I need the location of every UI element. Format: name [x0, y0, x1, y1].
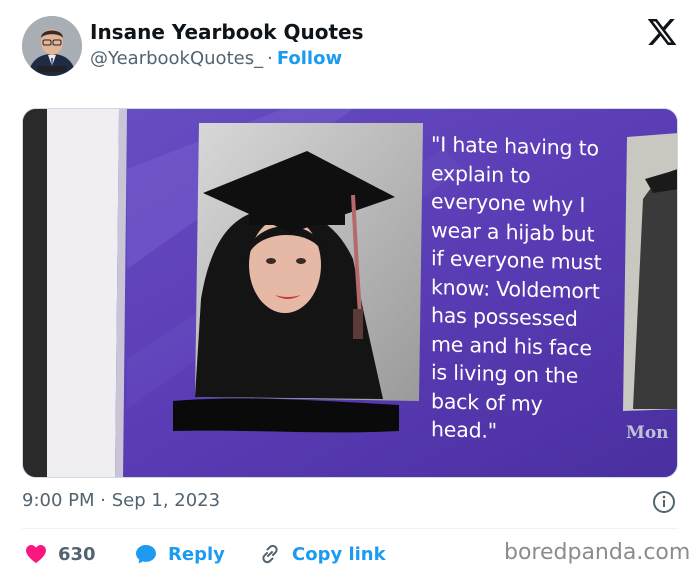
follow-button[interactable]: Follow: [277, 48, 342, 69]
display-name[interactable]: Insane Yearbook Quotes: [90, 20, 364, 44]
divider: [22, 528, 678, 529]
avatar-photo: [22, 16, 82, 76]
heart-icon: [26, 545, 46, 563]
info-icon[interactable]: [652, 490, 676, 514]
tweet-date: Sep 1, 2023: [111, 490, 221, 511]
watermark: boredpanda.com: [504, 540, 691, 565]
link-icon: [262, 544, 278, 564]
tweet-time: 9:00 PM: [22, 490, 95, 511]
avatar[interactable]: [22, 16, 82, 76]
handle[interactable]: @YearbookQuotes_: [90, 48, 263, 69]
like-button[interactable]: 630: [24, 540, 96, 568]
separator: ·: [267, 48, 273, 69]
copy-link-label: Copy link: [292, 543, 386, 565]
tweet-media-image[interactable]: "I hate having to explain to everyone wh…: [22, 108, 678, 478]
reply-button[interactable]: Reply: [134, 540, 225, 568]
x-logo-icon[interactable]: [646, 16, 678, 48]
separator: ·: [100, 490, 106, 511]
tweet-card: Insane Yearbook Quotes @YearbookQuotes_ ·…: [0, 0, 700, 580]
reply-label: Reply: [168, 543, 225, 565]
yearbook-quote: "I hate having to explain to everyone wh…: [431, 130, 651, 449]
like-count: 630: [58, 543, 96, 565]
reply-bubble-icon: [136, 545, 156, 564]
copy-link-button[interactable]: Copy link: [258, 540, 386, 568]
handle-row: @YearbookQuotes_ · Follow: [90, 48, 342, 69]
tweet-timestamp[interactable]: 9:00 PM · Sep 1, 2023: [22, 490, 220, 511]
quote-line: head.": [431, 417, 497, 443]
neighbor-name-fragment: Mon: [626, 423, 669, 443]
